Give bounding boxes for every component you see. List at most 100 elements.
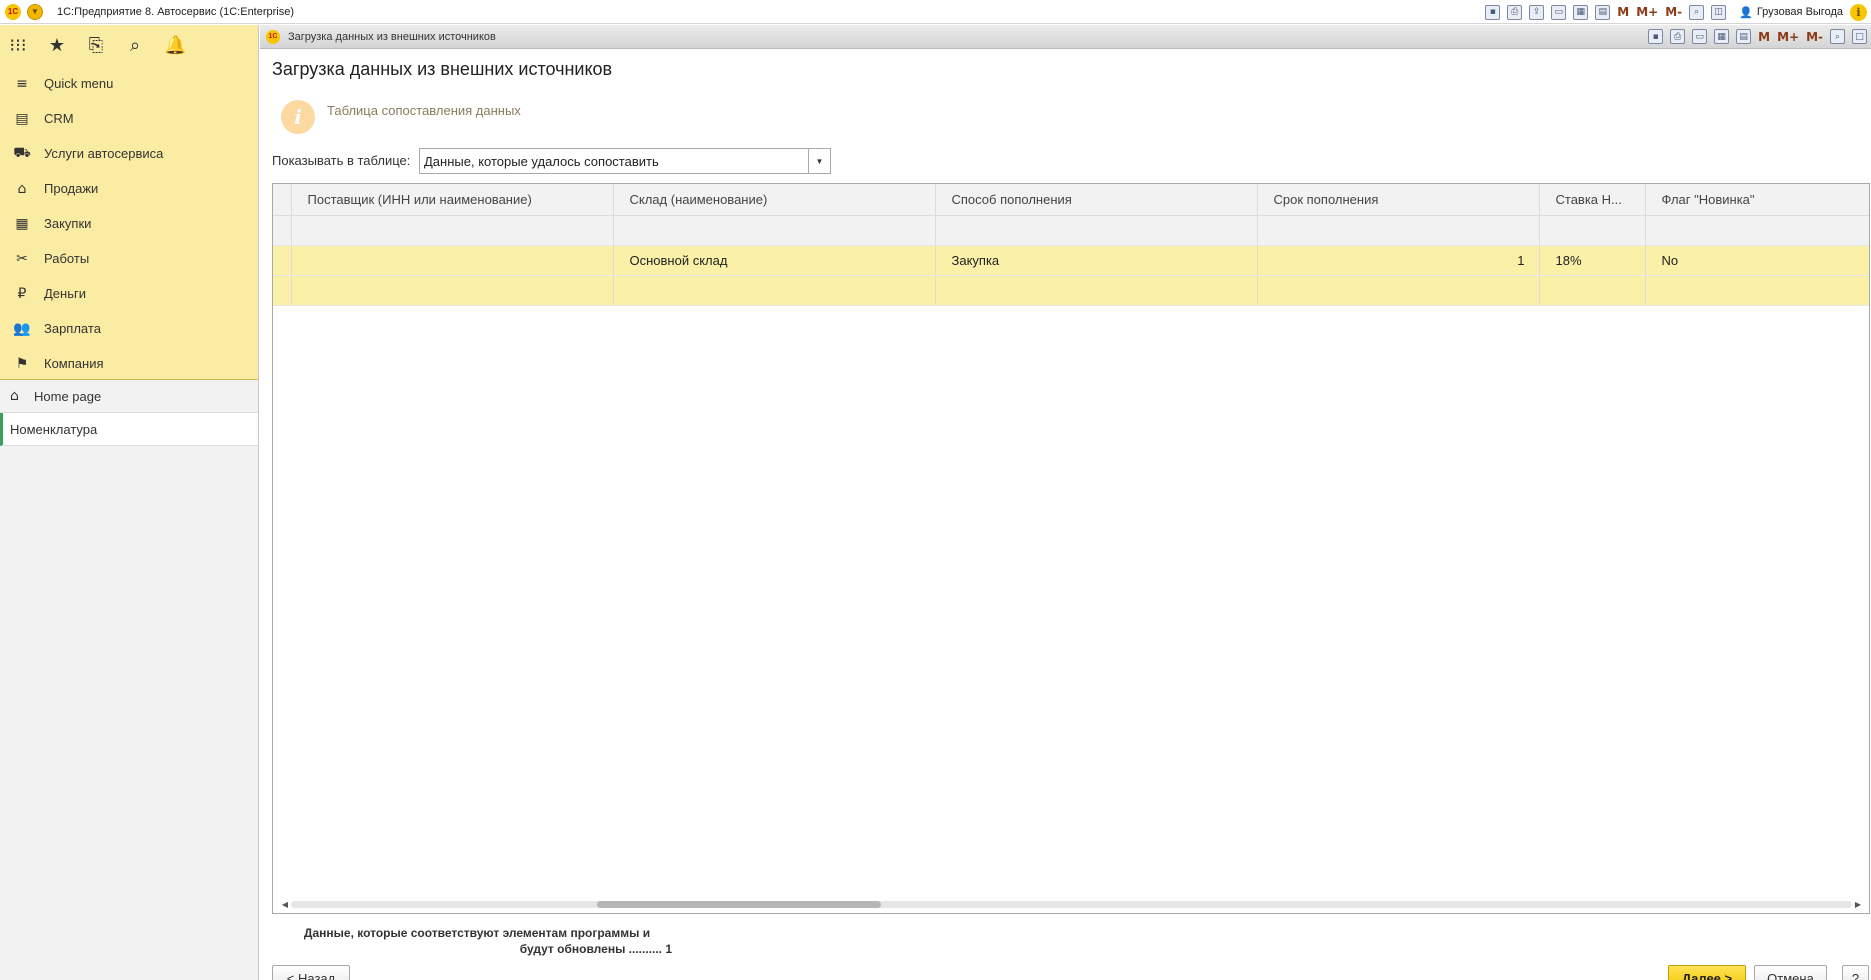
cell-replenish-method[interactable]: Закупка (935, 245, 1258, 276)
row-lead-cell (273, 275, 292, 306)
empty-cell[interactable] (291, 275, 614, 306)
table-row[interactable]: Основной склад Закупка 1 18% No (273, 245, 1869, 276)
tools-icon: ✂ (16, 250, 28, 267)
sidebar-item-services[interactable]: ⛟ Услуги автосервиса (0, 136, 258, 171)
sidebar-item-label: Продажи (44, 181, 99, 196)
column-header-vat-rate[interactable]: Ставка Н... (1539, 184, 1646, 216)
sidebar-item-purchases[interactable]: ▦ Закупки (0, 206, 258, 241)
column-header-warehouse[interactable]: Склад (наименование) (613, 184, 936, 216)
cell-supplier[interactable] (291, 245, 614, 276)
cell-new-flag[interactable]: No (1645, 245, 1869, 276)
sections-panel: ⁝⁝⁝ ★ ⎘ ⌕ 🔔 ≡ Quick menu ▤ CRM ⛟ Услуги … (0, 25, 258, 380)
scroll-track[interactable] (291, 900, 1852, 908)
cell-vat-rate[interactable]: 18% (1539, 245, 1646, 276)
window-titlebar: 1C Загрузка данных из внешних источников… (260, 25, 1871, 49)
show-filter-select[interactable]: Данные, которые удалось сопоставить ▼ (419, 148, 831, 174)
filter-cell[interactable] (291, 215, 614, 246)
notifications-icon[interactable]: 🔔 (164, 35, 186, 56)
filter-cell[interactable] (1257, 215, 1540, 246)
column-header-new-flag[interactable]: Флаг "Новинка" (1645, 184, 1869, 216)
memory-button[interactable]: M (1758, 30, 1770, 44)
sidebar-item-quick-menu[interactable]: ≡ Quick menu (0, 66, 258, 101)
calculator-icon[interactable]: ▦ (1714, 29, 1730, 44)
search-icon[interactable]: ⌕ (125, 35, 145, 56)
mapping-table[interactable]: Поставщик (ИНН или наименование) Склад (… (272, 183, 1870, 914)
sidebar-item-crm[interactable]: ▤ CRM (0, 101, 258, 136)
memory-minus-button[interactable]: M- (1806, 30, 1823, 44)
history-icon[interactable]: ⎘ (86, 35, 106, 56)
help-button[interactable]: ? (1842, 965, 1869, 980)
scroll-thumb[interactable] (597, 900, 881, 908)
update-summary: Данные, которые соответствуют элементам … (282, 925, 672, 957)
ruble-icon: ₽ (17, 285, 27, 302)
calendar-icon[interactable]: ▤ (1595, 4, 1611, 20)
sidebar-item-money[interactable]: ₽ Деньги (0, 276, 258, 311)
print-icon[interactable]: ⎙ (1507, 4, 1523, 20)
scroll-left-icon[interactable]: ◀ (279, 900, 291, 909)
sidebar-item-home[interactable]: ⌂ Home page (0, 380, 258, 413)
empty-cell[interactable] (613, 275, 936, 306)
memory-button[interactable]: M (1617, 5, 1629, 19)
save-icon[interactable]: ▪ (1648, 29, 1664, 44)
horizontal-scrollbar[interactable]: ◀ ▶ (279, 899, 1864, 909)
show-filter-label: Показывать в таблице: (272, 153, 411, 168)
memory-plus-button[interactable]: M+ (1636, 5, 1658, 19)
info-icon[interactable]: i (1850, 3, 1867, 21)
filter-cell[interactable] (935, 215, 1258, 246)
open-window-item[interactable]: Номенклатура (0, 413, 258, 446)
table-filter-row[interactable] (273, 215, 1869, 246)
sidebar-item-company[interactable]: ⚑ Компания (0, 346, 258, 381)
export-icon[interactable]: ⇪ (1529, 4, 1545, 20)
calendar-icon[interactable]: ▤ (1736, 29, 1752, 44)
panels-icon[interactable]: ◫ (1711, 4, 1727, 20)
sidebar-item-label: Home page (34, 388, 102, 404)
filter-cell[interactable] (1539, 215, 1646, 246)
sidebar-item-label: Компания (44, 356, 104, 371)
filter-cell[interactable] (613, 215, 936, 246)
memory-minus-button[interactable]: M- (1665, 5, 1682, 19)
memory-plus-button[interactable]: M+ (1777, 30, 1799, 44)
preview-icon[interactable]: ▭ (1551, 4, 1567, 20)
show-filter-value: Данные, которые удалось сопоставить (424, 153, 659, 169)
table-row-empty[interactable] (273, 275, 1869, 306)
save-icon[interactable]: ▪ (1485, 4, 1501, 20)
column-header-replenish-term[interactable]: Срок пополнения (1257, 184, 1540, 216)
sidebar-item-salary[interactable]: 👥 Зарплата (0, 311, 258, 346)
column-header-supplier[interactable]: Поставщик (ИНН или наименование) (291, 184, 614, 216)
main-menu-dropdown-icon[interactable]: ▼ (27, 3, 43, 20)
next-button[interactable]: Далее > (1668, 965, 1746, 980)
sidebar-item-sales[interactable]: ⌂ Продажи (0, 171, 258, 206)
maximize-icon[interactable]: □ (1852, 29, 1867, 44)
user-menu[interactable]: 👤 Грузовая Выгода (1739, 6, 1843, 19)
app-toolbar: ▪ ⎙ ⇪ ▭ ▦ ▤ M M+ M- ⌕ ◫ 👤 Грузовая Выгод… (1485, 0, 1871, 24)
empty-cell[interactable] (1539, 275, 1646, 306)
sidebar-item-label: Зарплата (44, 321, 101, 336)
cancel-button[interactable]: Отмена (1754, 965, 1827, 980)
column-header-replenish-method[interactable]: Способ пополнения (935, 184, 1258, 216)
print-icon[interactable]: ⎙ (1670, 29, 1686, 44)
zoom-icon[interactable]: ⌕ (1830, 29, 1845, 44)
back-button[interactable]: < Назад (272, 965, 350, 980)
all-functions-icon[interactable]: ⁝⁝⁝ (8, 35, 28, 56)
user-icon: 👤 (1739, 6, 1753, 19)
filter-cell[interactable] (1645, 215, 1869, 246)
preview-icon[interactable]: ▭ (1692, 29, 1708, 44)
car-icon: ⛟ (13, 144, 31, 161)
scroll-right-icon[interactable]: ▶ (1852, 900, 1864, 909)
sidebar-item-works[interactable]: ✂ Работы (0, 241, 258, 276)
hint-text: Таблица сопоставления данных (327, 103, 521, 118)
empty-cell[interactable] (1645, 275, 1869, 306)
chevron-down-icon[interactable]: ▼ (808, 149, 830, 173)
sidebar-item-label: CRM (44, 111, 74, 126)
calculator-icon[interactable]: ▦ (1573, 4, 1589, 20)
cell-replenish-term[interactable]: 1 (1257, 245, 1540, 276)
cell-warehouse[interactable]: Основной склад (613, 245, 936, 276)
user-name: Грузовая Выгода (1756, 6, 1843, 18)
row-lead-cell (273, 215, 292, 246)
basket-icon: ⌂ (17, 180, 27, 197)
sidebar: ⁝⁝⁝ ★ ⎘ ⌕ 🔔 ≡ Quick menu ▤ CRM ⛟ Услуги … (0, 25, 259, 980)
empty-cell[interactable] (935, 275, 1258, 306)
zoom-icon[interactable]: ⌕ (1689, 4, 1705, 20)
empty-cell[interactable] (1257, 275, 1540, 306)
favorites-icon[interactable]: ★ (47, 35, 67, 56)
